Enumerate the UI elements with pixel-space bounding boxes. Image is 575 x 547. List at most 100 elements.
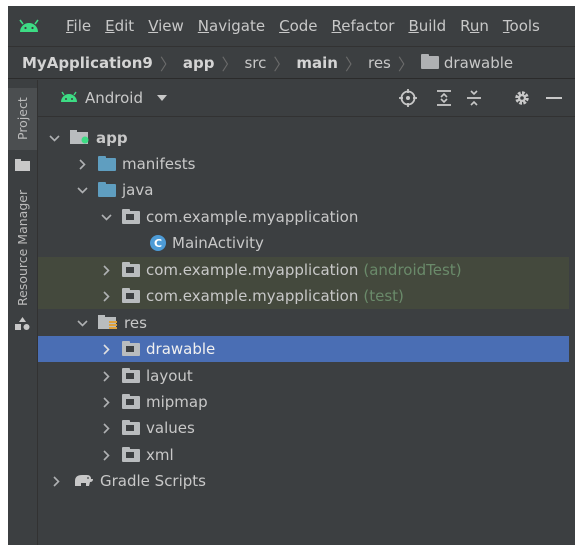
tree-node-layout[interactable]: layout bbox=[38, 363, 575, 389]
class-icon: C bbox=[150, 235, 166, 251]
menu-run[interactable]: Run bbox=[460, 17, 489, 35]
folder-icon bbox=[98, 155, 116, 171]
crumb-project[interactable]: MyApplication9 bbox=[22, 54, 153, 72]
chevron-down-icon[interactable] bbox=[76, 184, 88, 196]
tree-node-label: xml bbox=[146, 446, 174, 464]
menu-file[interactable]: File bbox=[66, 17, 91, 35]
tree-node-drawable[interactable]: drawable bbox=[38, 336, 575, 362]
folder-icon bbox=[122, 340, 140, 356]
crumb-separator: 〉 bbox=[159, 54, 176, 74]
menu-edit[interactable]: Edit bbox=[105, 17, 134, 35]
gradle-elephant-icon bbox=[72, 472, 94, 491]
menu-view[interactable]: View bbox=[148, 17, 184, 35]
tree-node-label: MainActivity bbox=[172, 234, 264, 252]
tree-node-label: drawable bbox=[146, 340, 216, 358]
tree-node-label: Gradle Scripts bbox=[100, 472, 206, 490]
hide-panel-icon[interactable] bbox=[544, 88, 564, 108]
crumb-src[interactable]: src bbox=[244, 54, 266, 72]
tool-tab-resource-manager[interactable]: Resource Manager bbox=[8, 188, 37, 308]
tree-node-res[interactable]: res bbox=[38, 310, 575, 336]
tree-node-app[interactable]: app bbox=[38, 125, 575, 151]
menu-navigate[interactable]: Navigate bbox=[198, 17, 265, 35]
menu-refactor[interactable]: Refactor bbox=[332, 17, 395, 35]
chevron-right-icon[interactable] bbox=[100, 422, 112, 434]
package-icon bbox=[122, 287, 140, 303]
resource-manager-icon[interactable] bbox=[15, 316, 30, 335]
tree-node-label: mipmap bbox=[146, 393, 208, 411]
tree-node-label: manifests bbox=[122, 155, 196, 173]
tree-node-label: values bbox=[146, 419, 195, 437]
ide-window: File Edit View Navigate Code Refactor Bu… bbox=[8, 6, 575, 545]
locate-target-icon[interactable] bbox=[398, 88, 418, 108]
navigation-breadcrumb: MyApplication9 〉 app 〉 src 〉 main 〉 res … bbox=[8, 46, 575, 79]
tool-tab-project[interactable]: Project bbox=[8, 88, 37, 150]
chevron-right-icon[interactable] bbox=[50, 475, 62, 487]
tree-node-label: com.example.myapplication bbox=[146, 287, 359, 305]
expand-all-icon[interactable] bbox=[434, 88, 454, 108]
tree-node-suffix: (androidTest) bbox=[363, 261, 462, 279]
tree-node-gradle-scripts[interactable]: Gradle Scripts bbox=[38, 468, 575, 494]
tree-node-label: java bbox=[122, 181, 154, 199]
chevron-right-icon[interactable] bbox=[100, 343, 112, 355]
project-panel: Android app manifests java com.example.m… bbox=[38, 80, 575, 545]
tool-tab-resource-manager-label: Resource Manager bbox=[15, 189, 30, 307]
tree-node-mipmap[interactable]: mipmap bbox=[38, 389, 575, 415]
gear-icon[interactable] bbox=[512, 88, 532, 108]
menu-code[interactable]: Code bbox=[279, 17, 317, 35]
tree-node-label: layout bbox=[146, 367, 193, 385]
project-view-selector[interactable]: Android bbox=[60, 89, 167, 107]
crumb-drawable[interactable]: drawable bbox=[420, 53, 514, 72]
folder-icon bbox=[98, 181, 116, 197]
project-panel-header: Android bbox=[38, 80, 575, 117]
tree-node-xml[interactable]: xml bbox=[38, 442, 575, 468]
crumb-separator: 〉 bbox=[273, 54, 290, 74]
tree-node-suffix: (test) bbox=[363, 287, 404, 305]
menu-bar: File Edit View Navigate Code Refactor Bu… bbox=[8, 6, 575, 46]
collapse-all-icon[interactable] bbox=[464, 88, 484, 108]
folder-icon bbox=[122, 446, 140, 462]
chevron-down-icon bbox=[157, 95, 167, 101]
crumb-res[interactable]: res bbox=[368, 54, 391, 72]
tree-node-package-main[interactable]: com.example.myapplication bbox=[38, 204, 575, 230]
tree-node-package-test[interactable]: com.example.myapplication (test) bbox=[38, 283, 575, 309]
tree-node-values[interactable]: values bbox=[38, 415, 575, 441]
chevron-down-icon[interactable] bbox=[76, 317, 88, 329]
crumb-module[interactable]: app bbox=[183, 54, 215, 72]
crumb-separator: 〉 bbox=[221, 54, 238, 74]
project-folder-icon[interactable] bbox=[15, 156, 30, 175]
module-folder-icon bbox=[70, 129, 90, 148]
android-icon bbox=[60, 89, 78, 107]
tree-node-java[interactable]: java bbox=[38, 177, 575, 203]
chevron-right-icon[interactable] bbox=[76, 158, 88, 170]
package-icon bbox=[122, 208, 140, 224]
tree-node-package-android-test[interactable]: com.example.myapplication (androidTest) bbox=[38, 257, 575, 283]
crumb-drawable-label: drawable bbox=[443, 53, 514, 72]
tree-node-label: com.example.myapplication bbox=[146, 261, 359, 279]
chevron-down-icon[interactable] bbox=[100, 211, 112, 223]
tree-node-label: res bbox=[124, 314, 147, 332]
crumb-main[interactable]: main bbox=[296, 54, 338, 72]
project-view-label: Android bbox=[85, 89, 143, 107]
panel-scrollbar[interactable] bbox=[569, 117, 575, 545]
tree-node-label: com.example.myapplication bbox=[146, 208, 359, 226]
chevron-right-icon[interactable] bbox=[100, 449, 112, 461]
package-icon bbox=[122, 261, 140, 277]
left-tool-strip: Project Resource Manager bbox=[8, 80, 38, 545]
tree-node-main-activity[interactable]: C MainActivity bbox=[38, 230, 575, 256]
chevron-right-icon[interactable] bbox=[100, 264, 112, 276]
tool-tab-project-label: Project bbox=[15, 97, 30, 141]
chevron-right-icon[interactable] bbox=[100, 290, 112, 302]
menu-tools[interactable]: Tools bbox=[503, 17, 540, 35]
folder-icon bbox=[122, 367, 140, 383]
menu-build[interactable]: Build bbox=[408, 17, 446, 35]
android-studio-logo-icon bbox=[14, 6, 44, 46]
crumb-separator: 〉 bbox=[344, 54, 361, 74]
chevron-right-icon[interactable] bbox=[100, 370, 112, 382]
resources-folder-icon bbox=[98, 314, 118, 333]
chevron-right-icon[interactable] bbox=[100, 396, 112, 408]
folder-icon bbox=[420, 53, 439, 69]
tree-node-manifests[interactable]: manifests bbox=[38, 151, 575, 177]
chevron-down-icon[interactable] bbox=[48, 132, 60, 144]
crumb-separator: 〉 bbox=[397, 54, 414, 74]
folder-icon bbox=[122, 393, 140, 409]
